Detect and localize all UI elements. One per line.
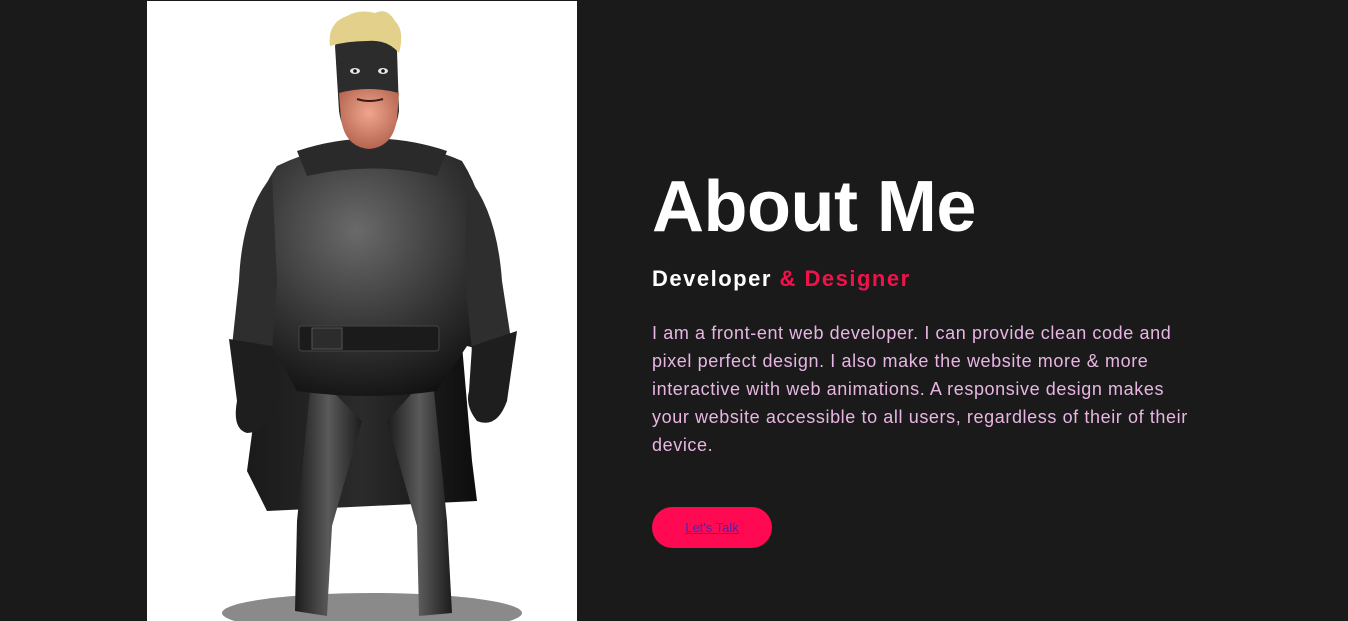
ground-shadow [222, 593, 522, 621]
torso [242, 142, 497, 396]
left-arm [232, 176, 277, 351]
about-page: About Me Developer & Designer I am a fro… [0, 0, 1348, 621]
character-image-panel [147, 1, 577, 621]
right-arm [465, 176, 512, 351]
superhero-character-icon [222, 11, 522, 621]
belt-buckle [311, 327, 343, 350]
page-title: About Me [652, 167, 976, 247]
subtitle-role-accent: & Designer [779, 266, 911, 291]
lets-talk-button[interactable]: Let's Talk [652, 507, 772, 548]
subtitle-role-primary: Developer [652, 266, 780, 291]
subtitle: Developer & Designer [652, 265, 1212, 293]
bio-paragraph: I am a front-ent web developer. I can pr… [652, 323, 1188, 455]
left-glove [229, 339, 275, 433]
about-content: About Me Developer & Designer I am a fro… [652, 165, 1212, 548]
